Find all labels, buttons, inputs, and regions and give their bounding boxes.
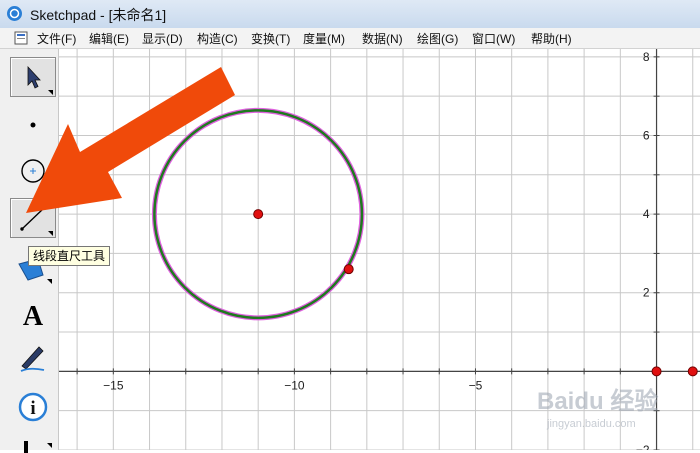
- menu-graph[interactable]: 绘图(G): [417, 30, 458, 47]
- text-tool[interactable]: A: [10, 293, 56, 333]
- menu-window[interactable]: 窗口(W): [472, 30, 515, 47]
- circle-center-point[interactable]: [253, 209, 264, 220]
- title-bar: Sketchpad - [未命名1]: [0, 0, 700, 29]
- watermark-logo: Baidu 经验: [537, 387, 658, 415]
- y-tick-label: −2: [636, 443, 650, 450]
- circle-radius-point[interactable]: [343, 264, 354, 275]
- menu-data[interactable]: 数据(N): [362, 30, 403, 47]
- watermark: Baidu 经验 jingyan.baidu.com: [537, 387, 658, 430]
- sketch-canvas[interactable]: −15 −10 −5 8 6 4 2 −2 Baidu 经验 jingyan.b…: [59, 49, 700, 450]
- x-axis-labels: −15 −10 −5: [103, 378, 482, 392]
- information-tool[interactable]: i: [10, 388, 56, 428]
- custom-tool[interactable]: [10, 435, 56, 453]
- tool-tooltip: 线段直尺工具: [28, 246, 111, 266]
- y-tick-label: 2: [643, 286, 650, 300]
- watermark-url: jingyan.baidu.com: [546, 418, 636, 430]
- origin-point[interactable]: [651, 366, 662, 377]
- y-tick-label: 8: [643, 50, 650, 64]
- compass-tool[interactable]: [10, 151, 56, 191]
- y-tick-label: 4: [643, 207, 650, 221]
- menu-construct[interactable]: 构造(C): [197, 30, 238, 47]
- app-icon: [7, 6, 22, 21]
- straightedge-tool[interactable]: [10, 198, 56, 238]
- menu-transform[interactable]: 变换(T): [251, 30, 290, 47]
- document-icon[interactable]: [14, 31, 28, 45]
- svg-text:A: A: [23, 301, 44, 332]
- x-tick-label: −5: [469, 378, 483, 392]
- point-tool[interactable]: [10, 105, 56, 145]
- window-title: Sketchpad - [未命名1]: [30, 7, 167, 23]
- marker-tool[interactable]: [10, 338, 56, 378]
- arrow-select-tool[interactable]: [10, 57, 56, 97]
- menu-edit[interactable]: 编辑(E): [89, 30, 129, 47]
- menu-bar: 文件(F) 编辑(E) 显示(D) 构造(C) 变换(T) 度量(M) 数据(N…: [0, 28, 700, 49]
- unit-point[interactable]: [687, 366, 698, 377]
- menu-help[interactable]: 帮助(H): [531, 30, 572, 47]
- menu-file[interactable]: 文件(F): [37, 30, 76, 47]
- menu-measure[interactable]: 度量(M): [303, 30, 345, 47]
- y-tick-label: 6: [643, 128, 650, 142]
- x-tick-label: −10: [284, 378, 305, 392]
- x-tick-label: −15: [103, 378, 124, 392]
- menu-display[interactable]: 显示(D): [142, 30, 183, 47]
- svg-text:i: i: [30, 398, 35, 419]
